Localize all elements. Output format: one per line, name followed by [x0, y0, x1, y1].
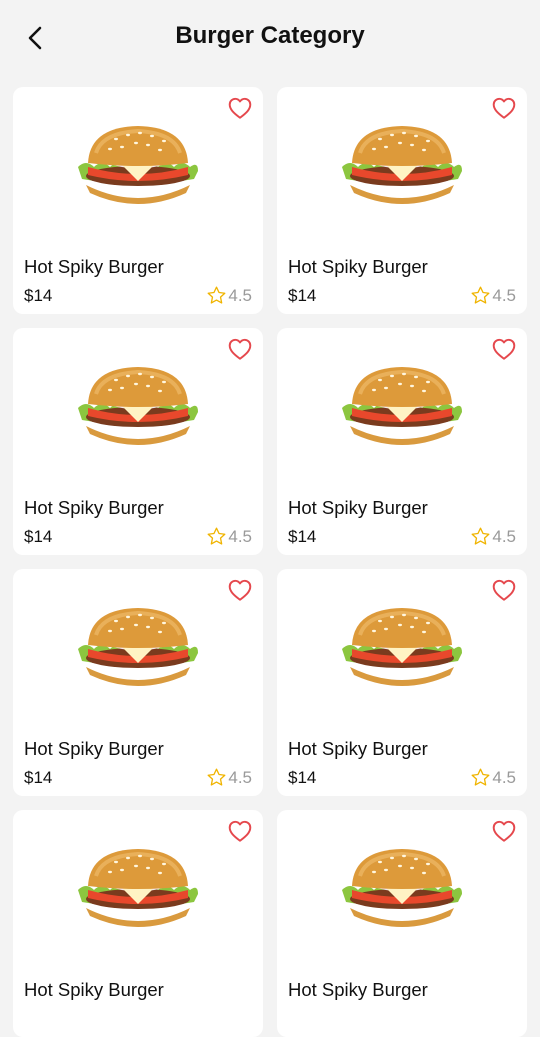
- star-icon: [207, 527, 226, 545]
- star-icon: [471, 286, 490, 304]
- product-rating: 4.5: [206, 285, 252, 306]
- heart-icon[interactable]: [227, 336, 253, 362]
- burger-image: [342, 608, 462, 686]
- product-price: $14: [24, 768, 53, 787]
- burger-image: [342, 367, 462, 445]
- star-icon: [207, 286, 226, 304]
- rating-value: 4.5: [492, 285, 516, 305]
- product-price: $14: [288, 527, 317, 546]
- star-icon: [471, 768, 490, 786]
- product-price: $14: [24, 527, 53, 546]
- heart-icon[interactable]: [227, 577, 253, 603]
- heart-icon[interactable]: [491, 95, 517, 121]
- product-price: $14: [288, 286, 317, 305]
- rating-value: 4.5: [492, 526, 516, 546]
- rating-value: 4.5: [492, 767, 516, 787]
- product-card[interactable]: Hot Spiky Burger $14 4.5: [13, 569, 263, 796]
- product-name: Hot Spiky Burger: [24, 738, 164, 759]
- heart-icon[interactable]: [491, 577, 517, 603]
- rating-value: 4.5: [228, 285, 252, 305]
- burger-image: [78, 367, 198, 445]
- product-rating: 4.5: [470, 767, 516, 788]
- rating-value: 4.5: [228, 767, 252, 787]
- star-icon: [207, 768, 226, 786]
- product-name: Hot Spiky Burger: [24, 497, 164, 518]
- product-card[interactable]: Hot Spiky Burger $14 4.5: [13, 328, 263, 555]
- burger-image: [342, 849, 462, 927]
- heart-icon[interactable]: [227, 95, 253, 121]
- heart-icon[interactable]: [227, 818, 253, 844]
- product-rating: 4.5: [206, 767, 252, 788]
- product-card[interactable]: Hot Spiky Burger: [277, 810, 527, 1037]
- product-name: Hot Spiky Burger: [288, 256, 428, 277]
- star-icon: [471, 527, 490, 545]
- product-card[interactable]: Hot Spiky Burger $14 4.5: [13, 87, 263, 314]
- app-header: Burger Category: [0, 0, 540, 76]
- product-name: Hot Spiky Burger: [24, 256, 164, 277]
- product-price: $14: [24, 286, 53, 305]
- product-name: Hot Spiky Burger: [288, 979, 428, 1000]
- burger-image: [78, 849, 198, 927]
- burger-image: [342, 126, 462, 204]
- product-card[interactable]: Hot Spiky Burger $14 4.5: [277, 328, 527, 555]
- heart-icon[interactable]: [491, 818, 517, 844]
- product-rating: 4.5: [206, 526, 252, 547]
- product-name: Hot Spiky Burger: [288, 738, 428, 759]
- product-card[interactable]: Hot Spiky Burger $14 4.5: [277, 569, 527, 796]
- page-title: Burger Category: [175, 22, 365, 49]
- product-grid: Hot Spiky Burger $14 4.5 Hot Spiky Burge…: [13, 87, 527, 1037]
- heart-icon[interactable]: [491, 336, 517, 362]
- product-card[interactable]: Hot Spiky Burger: [13, 810, 263, 1037]
- product-rating: 4.5: [470, 285, 516, 306]
- product-price: $14: [288, 768, 317, 787]
- burger-image: [78, 608, 198, 686]
- rating-value: 4.5: [228, 526, 252, 546]
- product-rating: 4.5: [470, 526, 516, 547]
- product-card[interactable]: Hot Spiky Burger $14 4.5: [277, 87, 527, 314]
- product-name: Hot Spiky Burger: [24, 979, 164, 1000]
- burger-image: [78, 126, 198, 204]
- product-name: Hot Spiky Burger: [288, 497, 428, 518]
